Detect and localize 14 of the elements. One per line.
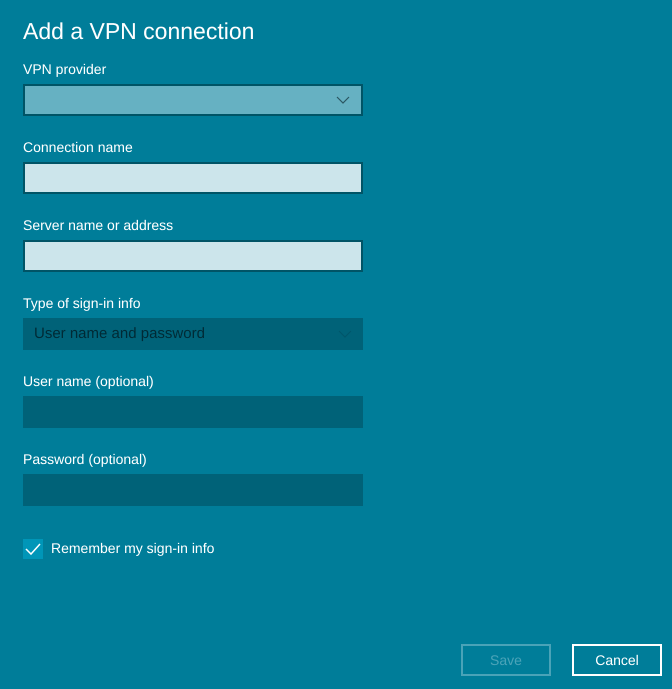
- dropdown[interactable]: [23, 84, 363, 116]
- input-field[interactable]: [23, 240, 363, 272]
- chevron-down-icon: [336, 96, 350, 104]
- dialog-button[interactable]: Cancel: [572, 644, 662, 676]
- dialog-title: Add a VPN connection: [23, 17, 254, 46]
- field-label: Server name or address: [23, 216, 174, 234]
- input-field[interactable]: [23, 162, 363, 194]
- checkbox-label: Remember my sign-in info: [51, 539, 214, 558]
- field-label: User name (optional): [23, 372, 154, 390]
- field-label: VPN provider: [23, 60, 106, 78]
- field-label: Password (optional): [23, 450, 147, 468]
- field-label: Connection name: [23, 138, 133, 156]
- checkbox[interactable]: [23, 538, 43, 558]
- field-label: Type of sign-in info: [23, 294, 141, 312]
